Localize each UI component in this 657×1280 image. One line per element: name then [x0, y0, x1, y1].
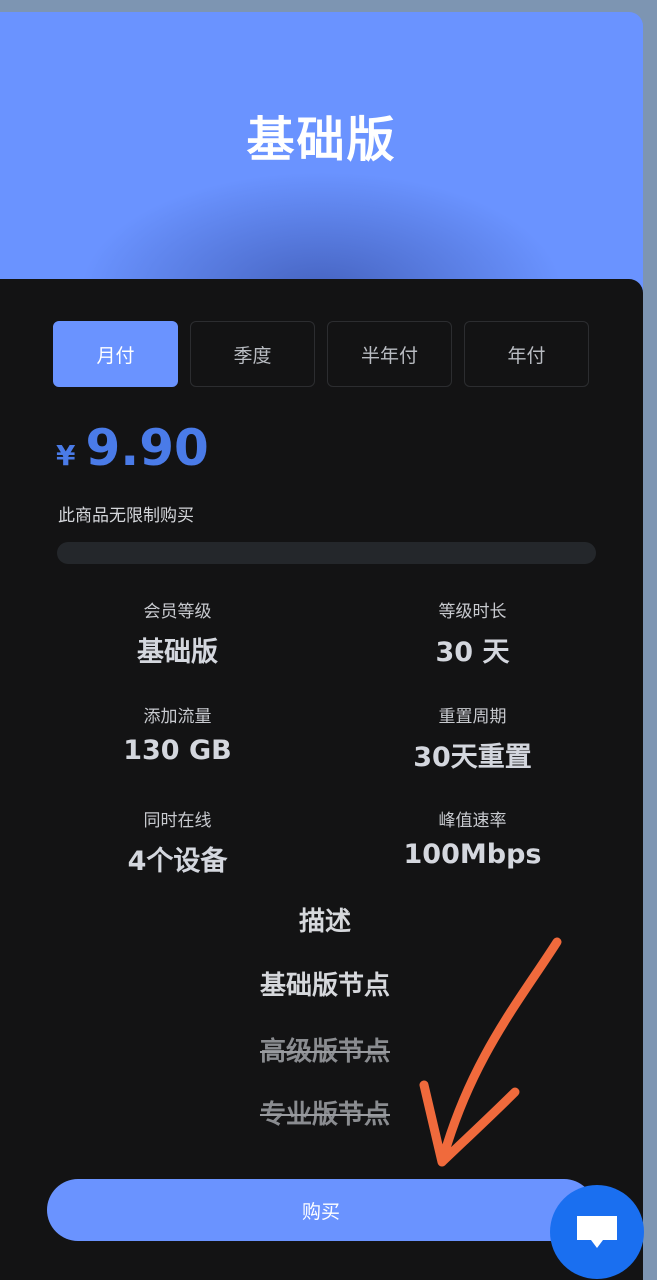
stat-label: 添加流量	[143, 707, 212, 727]
tab-monthly[interactable]: 月付	[53, 321, 178, 387]
description-title: 描述	[298, 907, 351, 937]
description-item-pro: 专业版节点	[259, 1100, 390, 1130]
stat-value: 100Mbps	[403, 839, 542, 870]
tab-quarterly[interactable]: 季度	[190, 321, 315, 387]
stat-reset-cycle: 重置周期 30天重置	[325, 702, 620, 774]
stat-label: 同时在线	[143, 811, 212, 831]
buy-button[interactable]: 购买	[47, 1179, 595, 1241]
stat-level-duration: 等级时长 30 天	[325, 597, 620, 669]
plan-details-card: 月付 季度 半年付 年付 ¥ 9.90 此商品无限制购买 会员等级 基础版 等级…	[0, 279, 643, 1280]
price-currency: ¥	[56, 439, 76, 472]
stat-label: 峰值速率	[438, 811, 507, 831]
chat-bubble-icon	[577, 1216, 617, 1248]
stat-member-level: 会员等级 基础版	[30, 597, 325, 669]
stat-value: 4个设备	[127, 846, 228, 877]
tab-semiannual[interactable]: 半年付	[327, 321, 452, 387]
plan-header: 基础版	[0, 12, 643, 312]
stat-online-devices: 同时在线 4个设备	[30, 806, 325, 878]
stat-value: 基础版	[137, 637, 218, 668]
purchase-limit-note: 此商品无限制购买	[58, 506, 194, 526]
chat-button[interactable]	[550, 1185, 644, 1279]
stat-value: 30天重置	[413, 742, 532, 773]
page: 基础版 月付 季度 半年付 年付 ¥ 9.90 此商品无限制购买 会员等级 基础…	[0, 0, 657, 1280]
stat-traffic: 添加流量 130 GB	[30, 702, 325, 766]
description-item-basic: 基础版节点	[259, 971, 390, 1001]
progress-bar	[57, 542, 596, 564]
price: ¥ 9.90	[56, 419, 209, 477]
price-amount: 9.90	[85, 419, 209, 477]
stat-label: 重置周期	[438, 707, 507, 727]
stat-value: 130 GB	[123, 735, 232, 766]
tab-annual[interactable]: 年付	[464, 321, 589, 387]
billing-period-tabs: 月付 季度 半年付 年付	[53, 321, 589, 387]
stat-label: 等级时长	[438, 602, 507, 622]
stat-label: 会员等级	[143, 602, 212, 622]
plan-title: 基础版	[246, 112, 397, 168]
stat-peak-speed: 峰值速率 100Mbps	[325, 806, 620, 870]
stat-value: 30 天	[435, 637, 510, 668]
description-item-advanced: 高级版节点	[259, 1037, 390, 1067]
